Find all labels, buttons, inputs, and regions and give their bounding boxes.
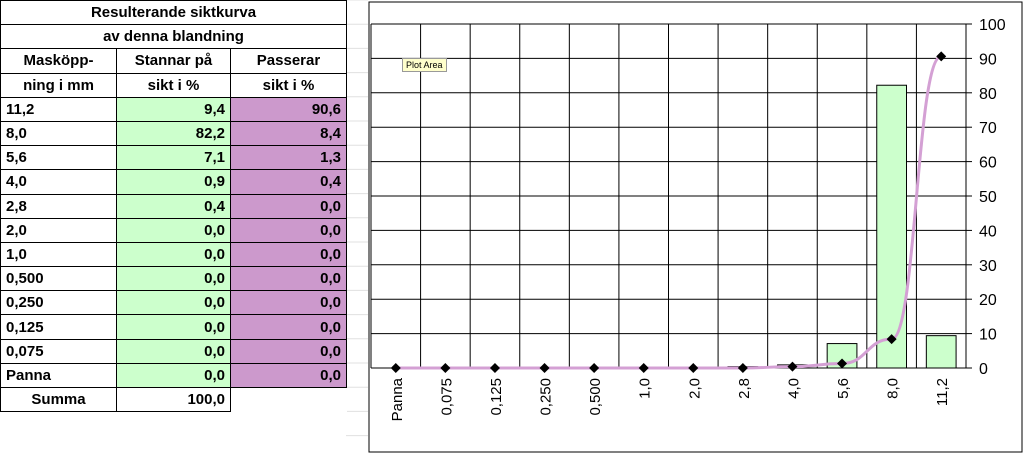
cell-mesh[interactable]: 0,075 [0, 338, 117, 364]
y-tick-label: 70 [979, 120, 997, 137]
x-tick-label: 2,0 [686, 378, 703, 399]
table-row: 0,500 0,0 0,0 [0, 266, 348, 292]
cell-retained[interactable]: 0,0 [116, 266, 231, 292]
table-title-row: Resulterande siktkurva [0, 0, 348, 26]
header-mesh-2[interactable]: ning i mm [0, 72, 117, 98]
table-row: 8,0 82,2 8,4 [0, 120, 348, 147]
table-row: Panna 0,0 0,0 [0, 362, 348, 389]
cell-passing[interactable]: 0,0 [229, 338, 348, 364]
cell-mesh[interactable]: 0,500 [0, 266, 117, 292]
cell-retained[interactable]: 0,0 [116, 314, 231, 340]
table-sum-row: Summa 100,0 [0, 386, 347, 413]
x-tick-label: 0,250 [538, 378, 555, 416]
table-row: 1,0 0,0 0,0 [0, 241, 348, 268]
x-tick-label: 8,0 [885, 378, 902, 399]
table-header-row: Masköpp- Stannar på Passerar [0, 48, 348, 74]
cell-passing[interactable]: 0,0 [229, 266, 348, 292]
cell-retained[interactable]: 0,4 [116, 193, 231, 219]
cell-passing[interactable]: 0,0 [229, 193, 348, 219]
y-tick-label: 40 [979, 223, 997, 240]
cell-mesh[interactable]: 0,250 [0, 290, 117, 316]
table-row: 2,8 0,4 0,0 [0, 193, 348, 219]
table-header-row-2: ning i mm sikt i % sikt i % [0, 72, 348, 98]
cell-retained[interactable]: 9,4 [116, 96, 231, 122]
y-tick-label: 20 [979, 292, 997, 309]
sieve-chart[interactable]: 0 10 20 30 40 50 60 70 80 90 100 Panna 0,075 0,125 0,2… [368, 0, 1024, 454]
header-passing[interactable]: Passerar [229, 48, 348, 74]
sum-value[interactable]: 100,0 [116, 386, 231, 413]
y-tick-label: 10 [979, 327, 997, 344]
table-row: 0,250 0,0 0,0 [0, 290, 348, 316]
x-tick-label: 4,0 [785, 378, 802, 399]
cell-retained[interactable]: 0,0 [116, 362, 231, 389]
cell-retained[interactable]: 7,1 [116, 145, 231, 171]
x-tick-label: Panna [389, 377, 406, 421]
header-retained-2[interactable]: sikt i % [116, 72, 231, 98]
cell-passing[interactable]: 0,0 [229, 362, 348, 389]
cell-passing[interactable]: 0,0 [229, 217, 348, 243]
cell-passing[interactable]: 0,4 [229, 169, 348, 195]
cell-retained[interactable]: 82,2 [116, 120, 231, 147]
cell-mesh[interactable]: 5,6 [0, 145, 117, 171]
table-row: 0,075 0,0 0,0 [0, 338, 348, 364]
cell-mesh[interactable]: 11,2 [0, 96, 117, 122]
cell-mesh[interactable]: 2,0 [0, 217, 117, 243]
cell-retained[interactable]: 0,0 [116, 290, 231, 316]
bar [876, 84, 907, 369]
table-row: 2,0 0,0 0,0 [0, 217, 348, 243]
x-tick-label: 0,125 [488, 378, 505, 416]
sieve-table: Resulterande siktkurva av denna blandnin… [0, 0, 348, 413]
cell-mesh[interactable]: 8,0 [0, 120, 117, 147]
x-tick-label: 5,6 [835, 378, 852, 399]
table-row: 0,125 0,0 0,0 [0, 314, 348, 340]
header-retained[interactable]: Stannar på [116, 48, 231, 74]
bar [925, 335, 957, 369]
y-tick-label: 50 [979, 189, 997, 206]
x-tick-label: 0,075 [438, 378, 455, 416]
cell-mesh[interactable]: 1,0 [0, 241, 117, 268]
cell-mesh[interactable]: 4,0 [0, 169, 117, 195]
cell-retained[interactable]: 0,0 [116, 217, 231, 243]
y-tick-label: 0 [979, 361, 988, 378]
plot-area-tooltip: Plot Area [402, 58, 447, 72]
cell-mesh[interactable]: Panna [0, 362, 117, 389]
y-tick-label: 90 [979, 51, 997, 68]
cell-passing[interactable]: 1,3 [229, 145, 348, 171]
cell-passing[interactable]: 0,0 [229, 314, 348, 340]
table-subtitle-row: av denna blandning [0, 24, 348, 50]
y-tick-label: 80 [979, 86, 997, 103]
cell-passing[interactable]: 8,4 [229, 120, 348, 147]
table-row: 11,2 9,4 90,6 [0, 96, 348, 122]
header-passing-2[interactable]: sikt i % [229, 72, 348, 98]
sum-blank-cell[interactable] [230, 387, 347, 412]
x-tick-label: 11,2 [934, 378, 951, 406]
spreadsheet: Resulterande siktkurva av denna blandnin… [0, 0, 1024, 454]
y-tick-label: 30 [979, 258, 997, 275]
cell-passing[interactable]: 0,0 [229, 241, 348, 268]
y-tick-label: 60 [979, 155, 997, 172]
table-subtitle[interactable]: av denna blandning [0, 24, 348, 50]
cell-retained[interactable]: 0,0 [116, 338, 231, 364]
cell-passing[interactable]: 90,6 [229, 96, 348, 122]
cell-passing[interactable]: 0,0 [229, 290, 348, 316]
table-row: 4,0 0,9 0,4 [0, 169, 348, 195]
x-tick-label: 2,8 [736, 378, 753, 399]
sum-label[interactable]: Summa [0, 386, 117, 413]
header-mesh[interactable]: Masköpp- [0, 48, 117, 74]
cell-mesh[interactable]: 2,8 [0, 193, 117, 219]
cell-mesh[interactable]: 0,125 [0, 314, 117, 340]
x-tick-label: 1,0 [637, 378, 654, 399]
cell-retained[interactable]: 0,9 [116, 169, 231, 195]
chart-container[interactable]: 0 10 20 30 40 50 60 70 80 90 100 Panna 0,075 0,125 0,2… [368, 0, 1024, 454]
y-tick-label: 100 [979, 17, 1006, 34]
x-tick-label: 0,500 [587, 378, 604, 416]
table-title[interactable]: Resulterande siktkurva [0, 0, 348, 26]
cell-retained[interactable]: 0,0 [116, 241, 231, 268]
table-row: 5,6 7,1 1,3 [0, 145, 348, 171]
